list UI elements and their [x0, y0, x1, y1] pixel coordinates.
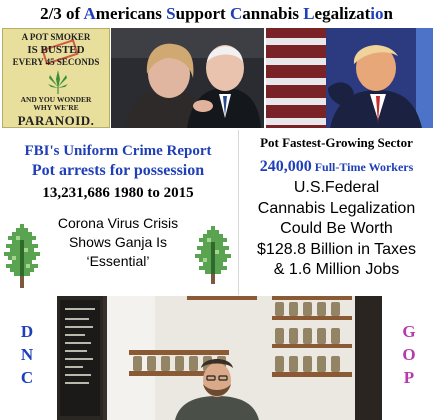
gop-letter-o: O: [402, 345, 416, 364]
federal-line-1: U.S.Federal: [293, 179, 380, 196]
federal-line-5: & 1.6 Million Jobs: [273, 261, 400, 278]
headline-text: annabis: [242, 4, 304, 23]
workers-line: 240,000 Full-Time Workers: [240, 158, 433, 176]
workers-label: Full-Time Workers: [311, 160, 414, 174]
headline-text: upport: [175, 4, 230, 23]
dispensary-photo: [57, 296, 382, 420]
federal-line-4: $128.8 Billion in Taxes: [257, 240, 416, 258]
federal-legalization-text: U.S.Federal Cannabis Legalization Could …: [240, 178, 433, 281]
paranoid-poster: A POT SMOKER IS BUSTED EVERY 45 SECONDS …: [2, 28, 110, 128]
cannabis-plant-icon: [4, 224, 40, 288]
panel-divider: [238, 130, 239, 295]
cannabis-plant-icon: [195, 226, 231, 284]
federal-line-2: Cannabis Legalization: [257, 199, 416, 217]
pot-arrests-heading: Pot arrests for possession: [31, 162, 205, 179]
poster-line-2: IS BUSTED: [27, 44, 85, 56]
poster-line-3: EVERY 45 SECONDS: [12, 57, 100, 67]
workers-number: 240,000: [259, 158, 312, 175]
headline-text: egalizat: [314, 4, 371, 23]
headline-capital: S: [166, 4, 176, 23]
corona-line-3: ‘Essential’: [86, 253, 150, 269]
gop-letter-g: G: [402, 322, 416, 341]
gop-letter-p: P: [403, 368, 415, 387]
corona-line-2: Shows Ganja Is: [68, 234, 168, 250]
gop-label: G O P: [399, 320, 419, 389]
cannabis-leaf-icon: [48, 70, 68, 94]
headline-text: merican: [95, 4, 156, 23]
headline-capital: io: [370, 4, 384, 23]
corona-line-1: Corona Virus Crisis: [57, 215, 179, 231]
headline-text: n: [383, 4, 393, 23]
arrest-count: 13,231,686 1980 to 2015: [42, 185, 194, 201]
dnc-letter-n: N: [20, 345, 34, 364]
fbi-report-title: FBI's Uniform Crime Report: [24, 143, 212, 159]
poster-line-5: WHY WE'RE: [33, 103, 79, 112]
federal-line-3: Could Be Worth: [280, 220, 393, 237]
poster-line-6: PARANOID.: [17, 113, 95, 128]
headline-text: 2/3 of: [40, 4, 84, 23]
politician-flag-photo-right: [266, 28, 433, 128]
corona-crisis-text: Corona Virus Crisis Shows Ganja Is ‘Esse…: [20, 214, 216, 271]
poster-line-1: A POT SMOKER: [21, 32, 91, 42]
dnc-letter-c: C: [20, 368, 34, 387]
headline-capital: A: [83, 4, 96, 23]
headline: 2/3 of Americans Support Cannabis Legali…: [0, 0, 433, 28]
dnc-label: D N C: [17, 320, 37, 389]
politicians-photo-left: [111, 28, 264, 128]
dnc-letter-d: D: [20, 322, 34, 341]
headline-capital: C: [229, 4, 243, 23]
headline-capital: L: [303, 4, 315, 23]
economy-panel: Pot Fastest-Growing Sector 240,000 Full-…: [240, 130, 433, 295]
sector-heading: Pot Fastest-Growing Sector: [260, 135, 413, 150]
headline-text: s: [155, 4, 167, 23]
